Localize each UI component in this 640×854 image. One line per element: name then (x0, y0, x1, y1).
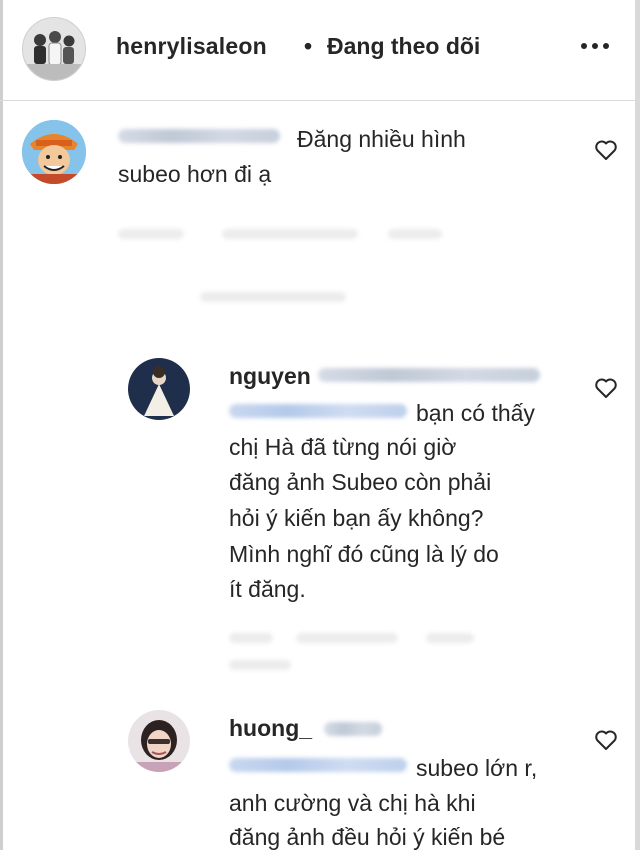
comment-text-line: đăng ảnh đều hỏi ý kiến bé (229, 824, 506, 850)
comment-text-line: ít đăng. (229, 576, 306, 602)
comment-text-line: Đăng nhiều hình (297, 126, 466, 152)
comment-meta (388, 229, 442, 239)
window-scrollbar[interactable] (635, 0, 640, 850)
redacted-mention (229, 404, 407, 418)
window-left-edge (0, 0, 3, 850)
comment-meta (426, 633, 474, 643)
comment-text-line: hỏi ý kiến bạn ấy không? (229, 505, 484, 531)
post-author-username[interactable]: henrylisaleon (116, 33, 267, 60)
comment-text-line: bạn có thấy (416, 400, 535, 426)
comment-text-line: anh cường và chị hà khi (229, 790, 476, 816)
commenter-username[interactable]: huong_ (229, 715, 312, 742)
comment-text-line: chị Hà đã từng nói giờ (229, 434, 457, 460)
heart-icon[interactable] (594, 377, 618, 399)
comment-meta (229, 633, 273, 643)
commenter-avatar[interactable] (22, 120, 86, 184)
header-divider (0, 100, 640, 101)
post-header: henrylisaleon • Đang theo dõi (0, 0, 640, 100)
comment-text-line: subeo lớn r, (416, 755, 538, 781)
heart-icon[interactable] (594, 139, 618, 161)
comment-meta (118, 229, 184, 239)
comment-text-line: Mình nghĩ đó cũng là lý do (229, 541, 499, 567)
separator-dot: • (304, 33, 313, 59)
commenter-username[interactable]: nguyen (229, 363, 311, 390)
comment-meta (222, 229, 358, 239)
more-horizontal-icon[interactable] (580, 40, 610, 52)
comment-meta (296, 633, 398, 643)
redacted-mention (229, 758, 407, 772)
commenter-avatar[interactable] (128, 710, 190, 772)
redacted-username (118, 129, 280, 143)
heart-icon[interactable] (594, 729, 618, 751)
following-status-button[interactable]: Đang theo dõi (327, 33, 480, 60)
comment-meta (229, 660, 291, 670)
redacted-username (318, 368, 540, 382)
redacted-username (324, 722, 382, 736)
commenter-avatar[interactable] (128, 358, 190, 420)
profile-avatar[interactable] (22, 17, 86, 81)
comment-text-line: subeo hơn đi ạ (118, 161, 272, 187)
comment-text-line: đăng ảnh Subeo còn phải (229, 469, 492, 495)
view-replies-link[interactable] (200, 292, 346, 302)
